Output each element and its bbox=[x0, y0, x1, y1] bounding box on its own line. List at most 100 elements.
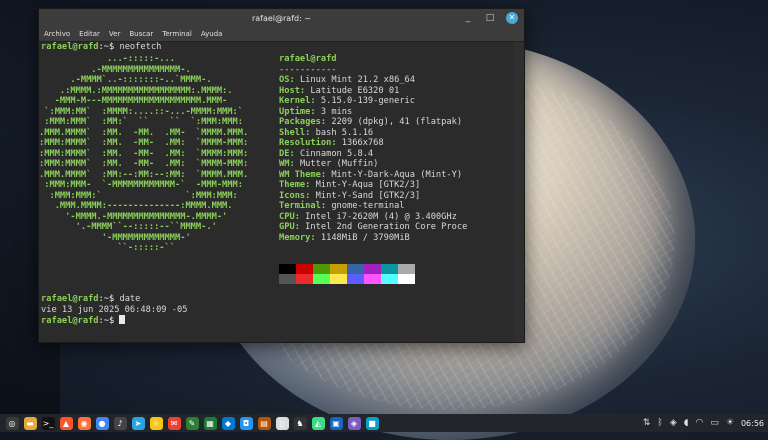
info-rule: ----------- bbox=[279, 64, 337, 75]
info-key: CPU bbox=[279, 211, 295, 222]
camera-icon[interactable]: ◘ bbox=[239, 416, 253, 430]
info-key: Theme bbox=[279, 180, 306, 190]
info-line: Icons: Mint-Y-Sand [GTK2/3] bbox=[279, 190, 421, 201]
logo-line: .-MMMMMMMMMMMMMMM-. bbox=[39, 64, 191, 75]
logo-line: '-MMMM.-MMMMMMMMMMMMMMM-.MMMM-' bbox=[39, 211, 228, 222]
editor-icon[interactable]: ✎ bbox=[185, 416, 199, 430]
scrollbar[interactable] bbox=[514, 42, 524, 342]
logo-line: '.-MMMM``--:::::--``MMMM-.' bbox=[39, 222, 217, 232]
store-icon[interactable]: ▣ bbox=[329, 416, 343, 430]
battery-icon[interactable]: ▭ bbox=[710, 418, 719, 428]
info-line: OS: Linux Mint 21.2 x86_64 bbox=[279, 75, 416, 85]
info-value: Mint-Y-Aqua [GTK2/3] bbox=[315, 180, 421, 190]
game-icon[interactable]: ♞ bbox=[293, 416, 307, 430]
info-key: Kernel bbox=[279, 96, 311, 106]
brightness-icon[interactable]: ☀ bbox=[726, 418, 734, 428]
palette-swatch bbox=[398, 264, 415, 274]
info-key: OS bbox=[279, 75, 290, 85]
info-key: Memory bbox=[279, 232, 311, 243]
app-icon[interactable]: ■ bbox=[365, 416, 379, 430]
info-key: WM Theme bbox=[279, 169, 321, 180]
info-key: Terminal bbox=[279, 201, 321, 211]
music-icon[interactable]: ♪ bbox=[113, 416, 127, 430]
palette-swatch bbox=[330, 264, 347, 274]
network-icon[interactable]: ⇅ bbox=[643, 418, 651, 428]
firefox-icon[interactable]: ◉ bbox=[77, 416, 91, 430]
palette-swatch bbox=[330, 274, 347, 284]
chat-icon[interactable]: ◈ bbox=[347, 416, 361, 430]
info-line: Host: Latitude E6320 01 bbox=[279, 85, 400, 96]
sheet-icon[interactable]: ▦ bbox=[203, 416, 217, 430]
prompt-line-3[interactable]: rafael@rafd:~$ bbox=[41, 315, 126, 327]
terminal-window[interactable]: rafael@rafd: ~ _ □ ✕ Archivo Editar Ver … bbox=[38, 8, 525, 343]
info-value: Mint-Y-Sand [GTK2/3] bbox=[315, 190, 421, 201]
chrome-icon[interactable]: ● bbox=[95, 416, 109, 430]
terminal-icon[interactable]: >_ bbox=[41, 416, 55, 430]
shield-icon[interactable]: ◈ bbox=[670, 418, 677, 428]
info-value: 5.15.0-139-generic bbox=[320, 96, 416, 106]
info-line: WM Theme: Mint-Y-Dark-Aqua (Mint-Y) bbox=[279, 169, 463, 180]
menu-archivo[interactable]: Archivo bbox=[44, 30, 70, 38]
info-user: rafael@rafd bbox=[279, 54, 337, 64]
palette-swatch bbox=[381, 274, 398, 284]
info-key: Host bbox=[279, 85, 300, 96]
palette-swatch bbox=[313, 274, 330, 284]
android-icon[interactable]: ◭ bbox=[311, 416, 325, 430]
files-icon[interactable]: ▬ bbox=[23, 416, 37, 430]
info-value: Intel 2nd Generation Core Proce bbox=[305, 222, 468, 232]
palette-swatch bbox=[364, 274, 381, 284]
book-icon[interactable]: ▤ bbox=[257, 416, 271, 430]
info-line: Shell: bash 5.1.16 bbox=[279, 127, 374, 138]
palette-swatch bbox=[313, 264, 330, 274]
bluetooth-icon[interactable]: ᛒ bbox=[657, 418, 662, 428]
info-value: 1366x768 bbox=[341, 138, 384, 148]
wifi-icon[interactable]: ◠ bbox=[695, 418, 703, 428]
menu-ver[interactable]: Ver bbox=[109, 30, 120, 38]
telegram-icon[interactable]: ➤ bbox=[131, 416, 145, 430]
palette-swatch bbox=[296, 274, 313, 284]
palette-swatch bbox=[279, 264, 296, 274]
info-value: Linux Mint 21.2 x86_64 bbox=[299, 75, 416, 85]
logo-line: :MMM:MMMM` :MM. -MM- .MM: `MMMM-MMM: bbox=[39, 138, 249, 148]
volume-icon[interactable]: ◖ bbox=[684, 418, 689, 428]
info-line: Resolution: 1366x768 bbox=[279, 138, 384, 148]
window-titlebar[interactable]: rafael@rafd: ~ _ □ ✕ bbox=[39, 9, 524, 27]
logo-line: `:MMM:MM` :MMMM:....::-...-MMMM:MMM:` bbox=[39, 106, 243, 117]
menu-buscar[interactable]: Buscar bbox=[129, 30, 153, 38]
logo-line: .MMM.MMMM` :MM. -MM. .MM- `MMMM.MMM. bbox=[39, 127, 249, 138]
logo-line: :MMM:MMMM` :MM. -MM- .MM: `MMMM-MMM: bbox=[39, 159, 249, 169]
logo-line: ``-:::::-`` bbox=[39, 243, 175, 253]
doc-icon[interactable]: ▯ bbox=[275, 416, 289, 430]
palette-swatch bbox=[296, 264, 313, 274]
logo-line: :MMM:MMM- `-MMMMMMMMMMMM-` -MMM-MMM: bbox=[39, 180, 243, 190]
menu-terminal[interactable]: Terminal bbox=[162, 30, 192, 38]
logo-line: '-MMMMMMMMMMMMM-' bbox=[39, 232, 191, 243]
info-value: 3 mins bbox=[320, 106, 353, 117]
info-line: Terminal: gnome-terminal bbox=[279, 201, 405, 211]
mail-icon[interactable]: ✉ bbox=[167, 416, 181, 430]
logo-line: .MMM.MMMM:--------------:MMMM.MMM. bbox=[39, 201, 233, 211]
prompt-line-2: rafael@rafd:~$ date bbox=[41, 294, 141, 304]
menubar: Archivo Editar Ver Buscar Terminal Ayuda bbox=[39, 27, 524, 42]
brave-icon[interactable]: ▲ bbox=[59, 416, 73, 430]
info-line: Uptime: 3 mins bbox=[279, 106, 353, 117]
palette-swatch bbox=[279, 274, 296, 284]
info-value: Intel i7-2620M (4) @ 3.400GHz bbox=[305, 211, 457, 222]
close-button[interactable]: ✕ bbox=[506, 12, 518, 24]
color-palette bbox=[279, 264, 415, 284]
menu-ayuda[interactable]: Ayuda bbox=[201, 30, 223, 38]
terminal-output[interactable]: rafael@rafd:~$ neofetch ...-:::::-... .-… bbox=[39, 42, 514, 342]
info-value: bash 5.1.16 bbox=[315, 127, 374, 138]
clock[interactable]: 06:56 bbox=[741, 419, 764, 428]
bulb-icon[interactable]: ☼ bbox=[149, 416, 163, 430]
maximize-button[interactable]: □ bbox=[484, 12, 496, 24]
mint-menu-icon[interactable]: ◎ bbox=[5, 416, 19, 430]
system-tray: ⇅ ᛒ ◈ ◖ ◠ ▭ ☀ 06:56 bbox=[643, 414, 764, 432]
menu-editar[interactable]: Editar bbox=[79, 30, 100, 38]
info-value: 2209 (dpkg), 41 (flatpak) bbox=[331, 117, 463, 127]
palette-swatch bbox=[381, 264, 398, 274]
minimize-button[interactable]: _ bbox=[462, 12, 474, 24]
info-key: Shell bbox=[279, 127, 306, 138]
info-key: Packages bbox=[279, 117, 321, 127]
vscode-icon[interactable]: ◆ bbox=[221, 416, 235, 430]
